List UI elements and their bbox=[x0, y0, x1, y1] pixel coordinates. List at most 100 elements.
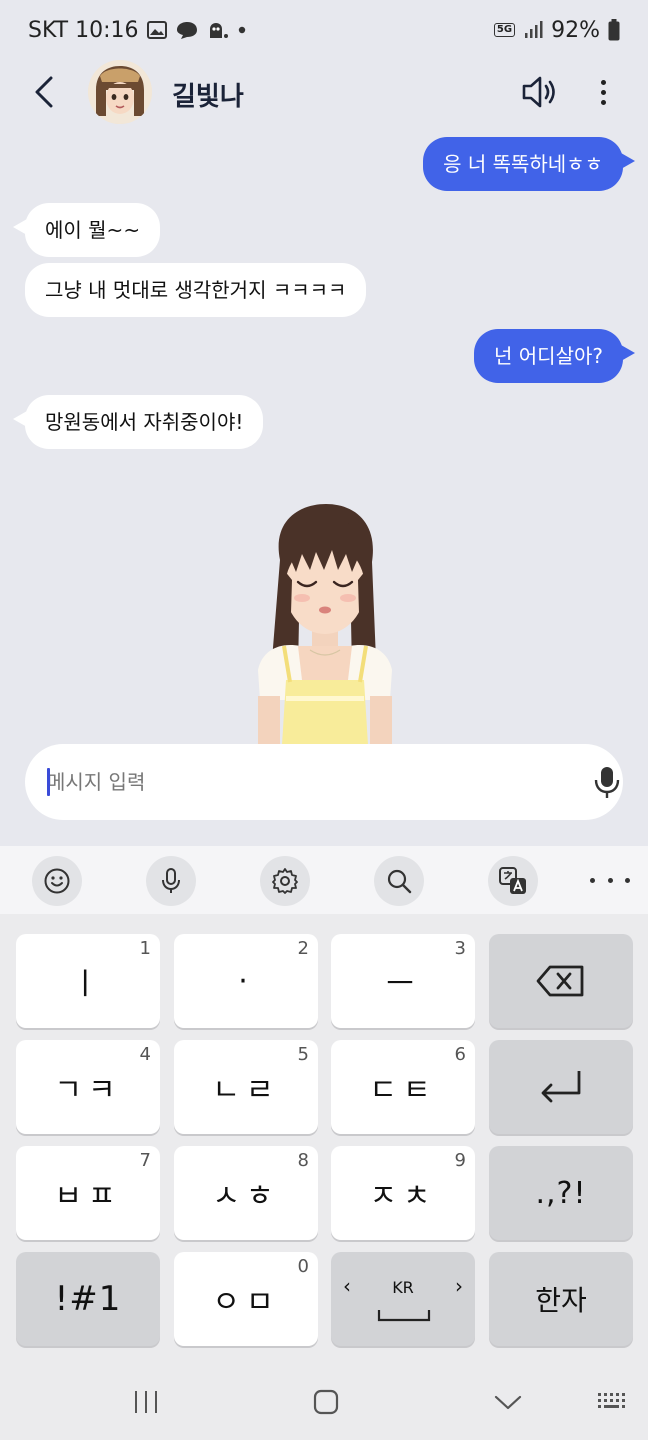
message-text: 응 너 똑똑하네ㅎㅎ bbox=[443, 152, 603, 176]
key-number: 1 bbox=[139, 938, 151, 959]
message-input[interactable] bbox=[47, 766, 527, 798]
voice-button[interactable] bbox=[520, 74, 560, 110]
key-n-r[interactable]: ㄴㄹ 5 bbox=[174, 1040, 318, 1134]
speaker-icon bbox=[522, 76, 555, 108]
microphone-icon bbox=[162, 868, 180, 893]
key-label: ㅡ bbox=[386, 967, 420, 1002]
key-number: 4 bbox=[139, 1044, 151, 1065]
key-number: 5 bbox=[297, 1044, 309, 1065]
system-navigation-bar bbox=[0, 1366, 648, 1440]
key-d-t[interactable]: ㄷㅌ 6 bbox=[331, 1040, 475, 1134]
enter-icon bbox=[541, 1071, 581, 1103]
key-dot-vowel[interactable]: · 2 bbox=[174, 934, 318, 1028]
bubble-tail bbox=[13, 411, 27, 427]
avatar-character-icon bbox=[88, 60, 152, 124]
key-label: · bbox=[238, 963, 254, 999]
key-label: ㄷㅌ bbox=[369, 1073, 437, 1108]
battery-percentage: 92% bbox=[551, 17, 600, 43]
backspace-key[interactable] bbox=[489, 934, 633, 1028]
symbols-key[interactable]: !#1 bbox=[16, 1252, 160, 1346]
toolbar-more-button[interactable] bbox=[590, 868, 630, 892]
chat-app-icon bbox=[175, 20, 199, 40]
key-label: ㅣ bbox=[71, 967, 105, 1002]
keyboard-toolbar bbox=[0, 846, 648, 914]
message-bubble-outgoing[interactable]: 넌 어디살아? bbox=[474, 329, 635, 383]
key-number: 8 bbox=[297, 1150, 309, 1171]
message-bubble-incoming[interactable]: 에이 뭘~~ bbox=[13, 203, 161, 257]
key-number: 0 bbox=[297, 1256, 309, 1277]
message-text: 넌 어디살아? bbox=[494, 344, 603, 368]
more-horizontal-icon bbox=[590, 877, 595, 883]
recent-apps-button[interactable] bbox=[126, 1384, 166, 1420]
contact-name[interactable]: 길빛나 bbox=[172, 76, 244, 113]
enter-key[interactable] bbox=[489, 1040, 633, 1134]
message-bubble-incoming[interactable]: 망원동에서 자취중이야! bbox=[13, 395, 264, 449]
key-number: 9 bbox=[454, 1150, 466, 1171]
more-options-button[interactable] bbox=[588, 74, 618, 110]
microphone-icon bbox=[594, 767, 620, 798]
contact-avatar[interactable] bbox=[88, 60, 152, 124]
hide-keyboard-button[interactable] bbox=[488, 1384, 528, 1420]
message-bubble-outgoing[interactable]: 응 너 똑똑하네ㅎㅎ bbox=[423, 137, 635, 191]
message-text: 그냥 내 멋대로 생각한거지 ㅋㅋㅋㅋ bbox=[45, 278, 347, 302]
voice-typing-button[interactable] bbox=[146, 856, 196, 906]
search-icon bbox=[387, 869, 412, 894]
emoji-icon bbox=[44, 868, 70, 894]
app-notification-icon bbox=[207, 21, 229, 39]
key-number: 6 bbox=[454, 1044, 466, 1065]
key-g-k[interactable]: ㄱㅋ 4 bbox=[16, 1040, 160, 1134]
backspace-icon bbox=[536, 965, 584, 997]
key-label: 한자 bbox=[535, 1284, 587, 1317]
keyboard-icon bbox=[598, 1393, 625, 1408]
key-b-p[interactable]: ㅂㅍ 7 bbox=[16, 1146, 160, 1240]
back-arrow-icon bbox=[35, 76, 53, 108]
home-icon bbox=[313, 1389, 339, 1415]
message-input-bar bbox=[25, 744, 623, 820]
message-bubble-incoming[interactable]: 그냥 내 멋대로 생각한거지 ㅋㅋㅋㅋ bbox=[25, 263, 367, 317]
space-icon bbox=[377, 1310, 431, 1322]
key-s-h[interactable]: ㅅㅎ 8 bbox=[174, 1146, 318, 1240]
text-cursor bbox=[47, 768, 50, 796]
home-button[interactable] bbox=[306, 1384, 346, 1420]
key-number: 3 bbox=[454, 938, 466, 959]
language-label: KR bbox=[392, 1278, 414, 1297]
gallery-icon bbox=[146, 21, 167, 39]
battery-icon bbox=[608, 19, 620, 41]
key-i-vowel[interactable]: ㅣ 1 bbox=[16, 934, 160, 1028]
translate-icon bbox=[499, 867, 526, 894]
translate-button[interactable] bbox=[488, 856, 538, 906]
key-label: !#1 bbox=[54, 1279, 122, 1319]
gear-icon bbox=[272, 868, 298, 894]
key-eu-vowel[interactable]: ㅡ 3 bbox=[331, 934, 475, 1028]
key-label: .,?! bbox=[535, 1175, 587, 1211]
more-vertical-icon bbox=[600, 79, 606, 85]
key-label: ㅅㅎ bbox=[212, 1179, 280, 1214]
hanja-key[interactable]: 한자 bbox=[489, 1252, 633, 1346]
keyboard-switch-button[interactable] bbox=[592, 1384, 632, 1420]
key-label: ㅈㅊ bbox=[369, 1179, 437, 1214]
character-illustration bbox=[250, 500, 400, 745]
key-label: ㅇㅁ bbox=[212, 1285, 280, 1320]
key-j-ch[interactable]: ㅈㅊ 9 bbox=[331, 1146, 475, 1240]
network-type-badge: 5G bbox=[493, 23, 516, 37]
bubble-tail bbox=[621, 153, 635, 169]
status-bar: SKT 10:16 5G 92% bbox=[0, 0, 648, 60]
keyboard-settings-button[interactable] bbox=[260, 856, 310, 906]
more-notifications-dot-icon bbox=[237, 25, 247, 35]
space-language-key[interactable]: ‹ › KR bbox=[331, 1252, 475, 1346]
key-label: ㅂㅍ bbox=[54, 1179, 122, 1214]
key-number: 7 bbox=[139, 1150, 151, 1171]
key-number: 2 bbox=[297, 938, 309, 959]
keyboard-search-button[interactable] bbox=[374, 856, 424, 906]
key-label: ㄱㅋ bbox=[54, 1073, 122, 1108]
bubble-tail bbox=[13, 219, 27, 235]
punctuation-key[interactable]: .,?! bbox=[489, 1146, 633, 1240]
voice-input-button[interactable] bbox=[589, 764, 625, 800]
chevron-down-icon bbox=[494, 1395, 522, 1410]
chat-header: 길빛나 bbox=[0, 60, 648, 126]
back-button[interactable] bbox=[26, 74, 62, 110]
key-label: ㄴㄹ bbox=[212, 1073, 280, 1108]
key-o-m[interactable]: ㅇㅁ 0 bbox=[174, 1252, 318, 1346]
emoji-button[interactable] bbox=[32, 856, 82, 906]
bubble-tail bbox=[621, 345, 635, 361]
